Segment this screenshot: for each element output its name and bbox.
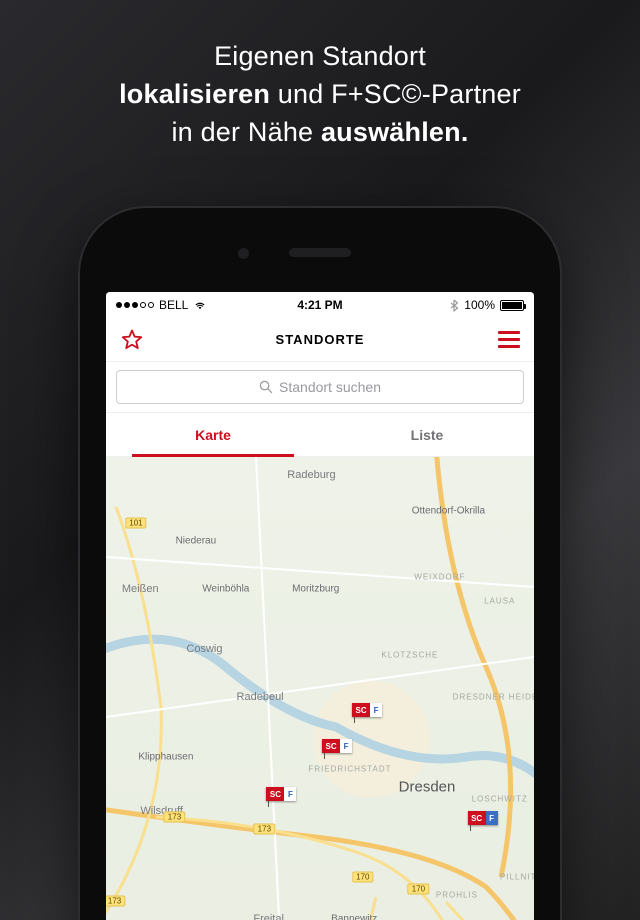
hamburger-menu-icon[interactable] [498,331,520,349]
search-icon [259,380,273,394]
promo-line2-bold: lokalisieren [119,79,270,109]
search-input[interactable]: Standort suchen [116,370,524,404]
tab-liste[interactable]: Liste [320,413,534,456]
map-city-label: Radeburg [287,469,335,481]
favorite-star-icon[interactable] [120,328,144,352]
map-city-label: Bannewitz [331,914,377,920]
promo-line2-rest: und F+SC©-Partner [270,79,521,109]
map-partner-pin[interactable]: SCF [468,811,498,829]
map-city-label: Ottendorf-Okrilla [412,506,485,517]
clock-label: 4:21 PM [106,298,534,312]
map-city-label: PROHLIS [436,891,478,900]
promo-line3-a: in der Nähe [171,117,321,147]
map-road-shield: 101 [125,518,146,529]
map-city-label: Moritzburg [292,584,339,595]
map-road-shield: 173 [254,824,275,835]
map-city-label: FRIEDRICHSTADT [308,765,391,774]
map-view[interactable]: Radeburg Ottendorf-Okrilla Niederau Meißen W… [106,457,534,920]
promo-line3-bold: auswählen. [321,117,469,147]
map-city-label: DRESDNER HEIDE [453,693,534,702]
map-road-shield: 173 [106,896,125,907]
search-placeholder: Standort suchen [279,379,381,395]
map-city-label: Meißen [122,583,159,595]
map-city-label: Klipphausen [138,752,193,763]
promo-headline: Eigenen Standort lokalisieren und F+SC©-… [0,38,640,151]
map-city-label: Dresden [399,779,456,796]
map-roads-layer [106,457,534,920]
page-title: STANDORTE [276,332,365,347]
phone-frame: BELL 4:21 PM 100% [80,208,560,920]
map-partner-pin[interactable]: SCF [322,739,352,757]
battery-icon [500,300,524,311]
app-header: STANDORTE [106,318,534,362]
phone-screen: BELL 4:21 PM 100% [106,292,534,920]
ios-status-bar: BELL 4:21 PM 100% [106,292,534,318]
map-city-label: LAUSA [484,597,515,606]
map-city-label: PILLNITZ [500,873,534,882]
map-city-label: KLOTZSCHE [381,651,438,660]
promo-line1: Eigenen Standort [214,41,426,71]
view-tabs: Karte Liste [106,413,534,457]
tab-liste-label: Liste [411,427,444,443]
tab-karte[interactable]: Karte [106,413,320,456]
map-city-label: WEIXDORF [414,573,465,582]
map-city-label: Freital [253,913,284,920]
map-road-shield: 173 [164,812,185,823]
map-partner-pin[interactable]: SCF [266,787,296,805]
map-city-label: LOSCHWITZ [472,795,528,804]
map-city-label: Weinböhla [202,584,249,595]
map-city-label: Radebeul [237,691,284,703]
map-partner-pin[interactable]: SCF [352,703,382,721]
map-road-shield: 170 [408,884,429,895]
map-city-label: Coswig [186,643,222,655]
tab-karte-label: Karte [195,427,231,443]
map-city-label: Niederau [176,536,217,547]
map-road-shield: 170 [352,872,373,883]
